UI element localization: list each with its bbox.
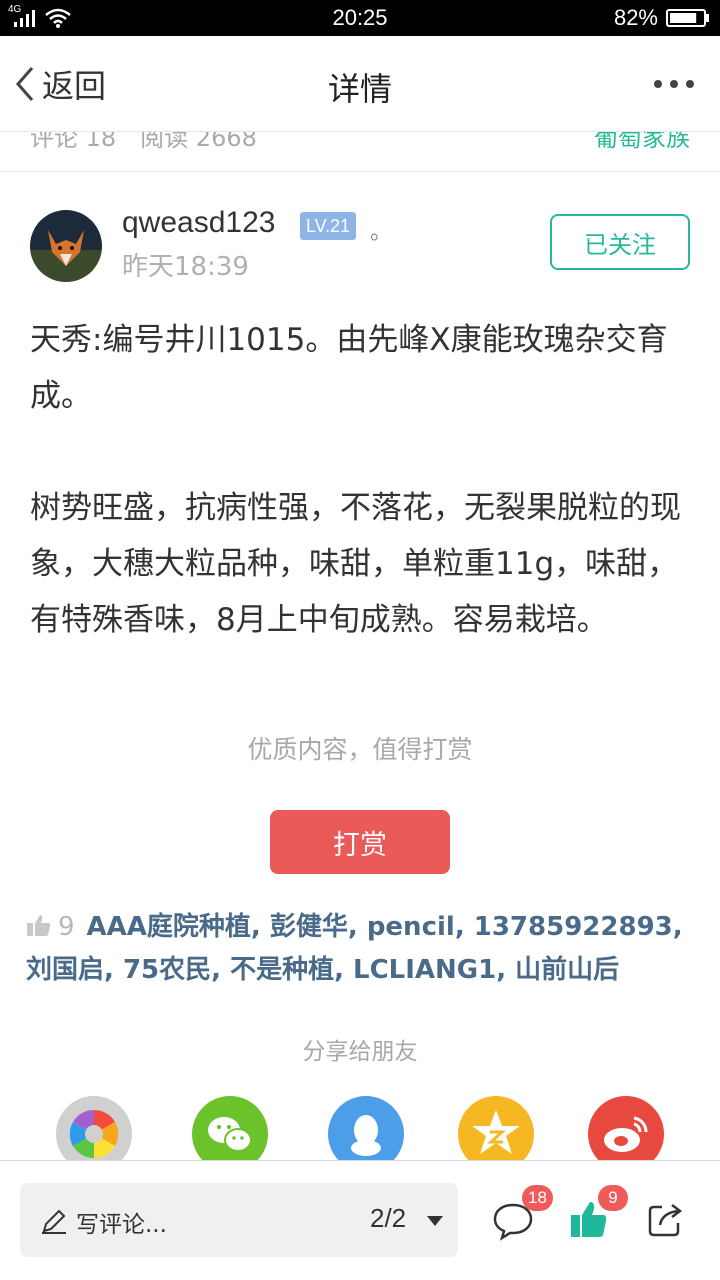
category-link[interactable]: 葡萄家族 (594, 132, 690, 153)
qzone-icon[interactable] (458, 1096, 534, 1160)
clock: 20:25 (332, 5, 388, 30)
post-stats: 评论 18 阅读 2668 (30, 132, 257, 152)
like-count: 9 (58, 912, 75, 942)
page-indicator[interactable]: 2/2 (370, 1203, 406, 1234)
battery-percent: 82% (613, 5, 658, 30)
top-navbar: 返回 详情 (0, 36, 720, 132)
comment-input[interactable]: 写评论... 2/2 (20, 1183, 458, 1257)
post-paragraph: 天秀:编号井川1015。由先峰X康能玫瑰杂交育成。 (30, 322, 668, 414)
paragraph-spacer (30, 424, 694, 480)
post-paragraph: 树势旺盛，抗病性强，不落花，无裂果脱粒的现象，大穗大粒品种，味甜，单粒重11g，… (30, 490, 681, 638)
liker-name[interactable]: 75农民 (123, 955, 211, 985)
more-dots-icon[interactable] (654, 74, 694, 94)
likes-list: 9 AAA庭院种植, 彭健华, pencil, 13785922893, 刘国启,… (26, 912, 683, 985)
liker-name[interactable]: 山前山后 (515, 955, 619, 985)
post-meta-row: 评论 18 阅读 2668 葡萄家族 (0, 132, 720, 172)
liker-name[interactable]: pencil (367, 912, 455, 942)
reward-hint: 优质内容，值得打赏 (247, 735, 473, 764)
wechat-icon[interactable] (192, 1096, 268, 1160)
author-name[interactable]: qweasd123 (122, 206, 275, 240)
moments-icon[interactable] (56, 1096, 132, 1160)
liker-name[interactable]: LCLIANG1 (353, 955, 496, 985)
liker-name[interactable]: 不是种植 (230, 955, 334, 985)
liker-name[interactable]: 刘国启 (26, 955, 104, 985)
status-bar: 4G 20:25 82% (0, 0, 720, 36)
comment-placeholder: 写评论... (76, 1212, 167, 1238)
liker-name[interactable]: 13785922893 (474, 912, 673, 942)
share-row (0, 1096, 720, 1160)
liker-name[interactable]: 彭健华 (270, 912, 348, 942)
battery-icon (666, 9, 709, 27)
post-time: 昨天18:39 (122, 252, 249, 282)
bottom-action-bar: 写评论... 2/2 18 9 (0, 1160, 720, 1280)
like-count-badge: 9 (598, 1185, 628, 1211)
avatar[interactable] (30, 210, 102, 282)
reward-button[interactable]: 打赏 (270, 810, 450, 874)
level-suffix: 。 (370, 220, 393, 245)
thumbs-up-icon (27, 915, 51, 936)
weibo-icon[interactable] (588, 1096, 664, 1160)
share-icon[interactable] (646, 1201, 684, 1239)
pen-icon (42, 1209, 66, 1234)
caret-down-icon[interactable] (426, 1215, 444, 1227)
level-badge: LV.21 (300, 212, 357, 240)
share-title: 分享给朋友 (302, 1039, 418, 1065)
follow-button[interactable]: 已关注 (550, 214, 690, 270)
comment-count-badge: 18 (522, 1185, 553, 1211)
page-title: 详情 (327, 70, 392, 108)
post-content: 天秀:编号井川1015。由先峰X康能玫瑰杂交育成。 树势旺盛，抗病性强，不落花，… (30, 312, 694, 648)
liker-name[interactable]: AAA庭院种植 (87, 912, 251, 942)
qq-icon[interactable] (328, 1096, 404, 1160)
